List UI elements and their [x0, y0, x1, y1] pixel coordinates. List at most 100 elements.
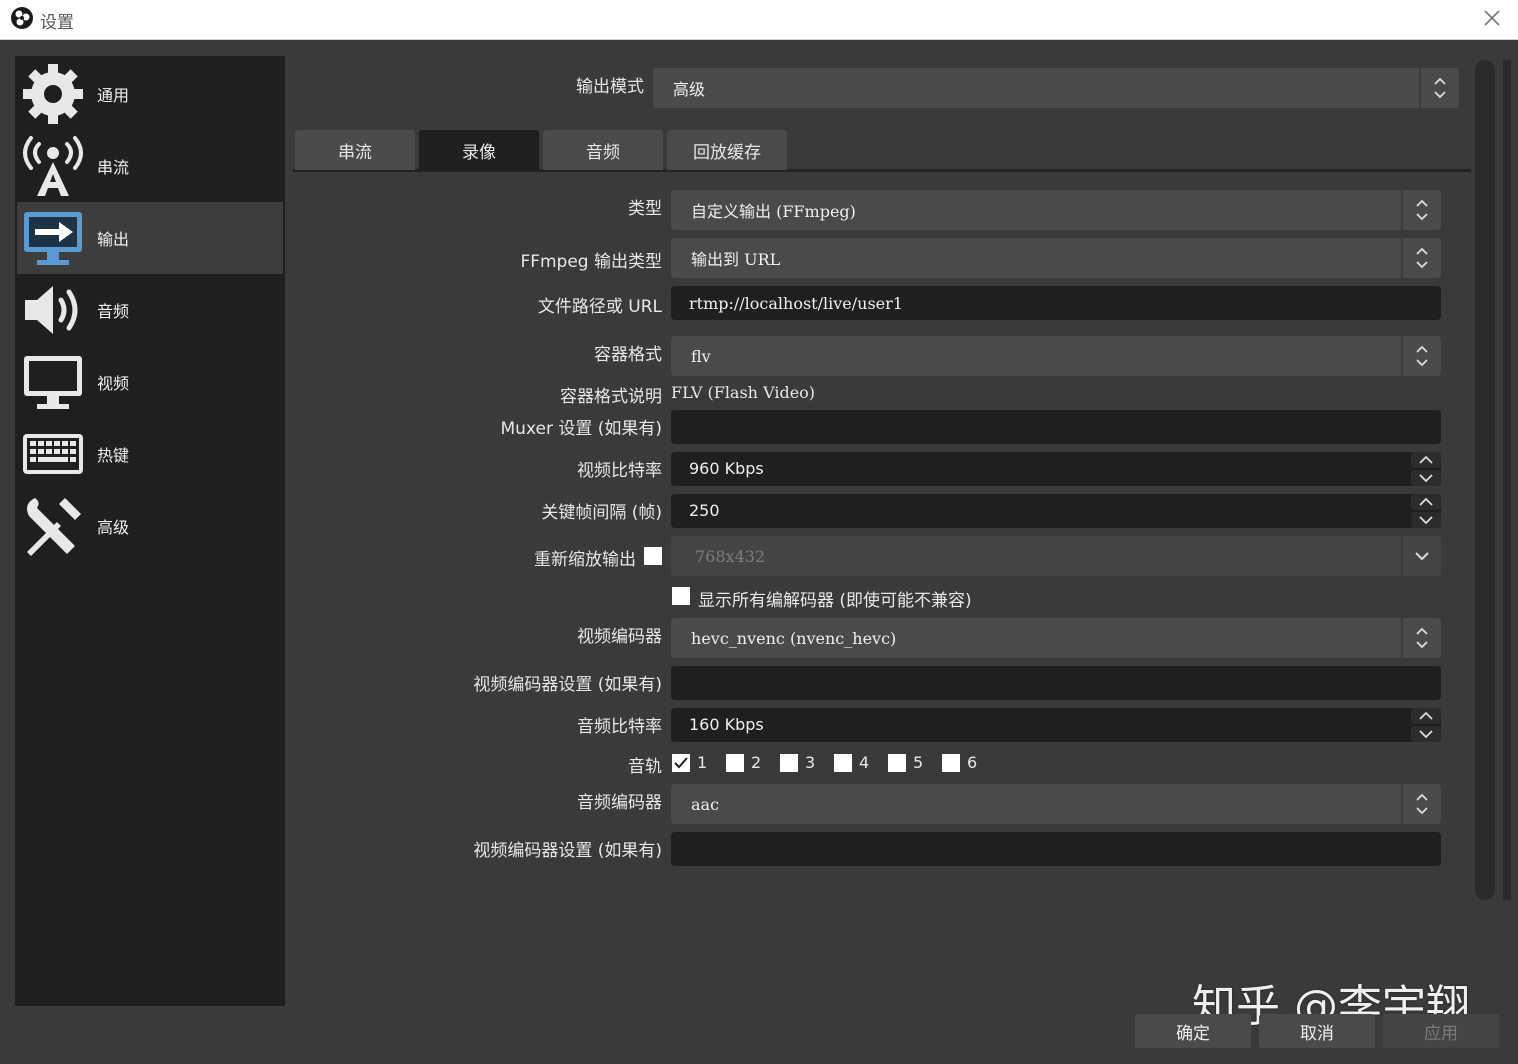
- rescale-output-label: 重新缩放输出: [534, 550, 636, 570]
- spin-up-icon[interactable]: [1411, 494, 1441, 510]
- keyboard-icon: [23, 434, 83, 474]
- tab-replay-buffer[interactable]: 回放缓存: [667, 130, 787, 170]
- close-icon[interactable]: [1480, 6, 1504, 30]
- checkmark-icon: [674, 757, 688, 769]
- type-combo[interactable]: 自定义输出 (FFmpeg): [671, 190, 1441, 230]
- file-path-url-input[interactable]: rtmp://localhost/live/user1: [671, 286, 1441, 320]
- gear-icon: [23, 64, 83, 124]
- sidebar-item-advanced[interactable]: 高级: [17, 490, 283, 562]
- tab-recording[interactable]: 录像: [419, 130, 539, 170]
- sidebar-item-label: 热键: [97, 446, 130, 465]
- obs-logo-icon: [11, 7, 33, 29]
- container-format-value: flv: [691, 346, 711, 366]
- container-desc-label: 容器格式说明: [560, 387, 662, 407]
- video-encoder-value: hevc_nvenc (nvenc_hevc): [691, 628, 897, 648]
- audio-track-checkbox-3[interactable]: [780, 754, 798, 772]
- video-encoder-settings-input[interactable]: [671, 666, 1441, 700]
- rescale-output-checkbox[interactable]: [644, 547, 662, 565]
- speaker-icon: [25, 286, 78, 334]
- audio-track-checkbox-1[interactable]: [672, 754, 690, 772]
- rescale-output-combo[interactable]: 768x432: [671, 536, 1441, 576]
- spin-down-icon[interactable]: [1411, 470, 1441, 486]
- output-mode-value: 高级: [673, 80, 706, 99]
- sidebar-item-stream[interactable]: 串流: [17, 130, 283, 202]
- audio-encoder-combo[interactable]: aac: [671, 784, 1441, 824]
- sidebar-item-label: 通用: [97, 86, 130, 105]
- audio-track-checkbox-6[interactable]: [942, 754, 960, 772]
- sidebar-item-output[interactable]: 输出: [17, 202, 283, 274]
- sidebar-item-general[interactable]: 通用: [17, 58, 283, 130]
- show-all-codecs-checkbox[interactable]: [672, 587, 690, 605]
- keyframe-interval-label: 关键帧间隔 (帧): [541, 503, 662, 523]
- audio-track-checkbox-2[interactable]: [726, 754, 744, 772]
- ok-button[interactable]: 确定: [1135, 1014, 1251, 1048]
- spin-up-icon[interactable]: [1411, 452, 1441, 468]
- sidebar-item-label: 高级: [97, 518, 130, 537]
- audio-encoder-value: aac: [691, 794, 720, 814]
- ffmpeg-output-type-combo[interactable]: 输出到 URL: [671, 238, 1441, 278]
- rescale-output-value: 768x432: [695, 546, 766, 566]
- sidebar-item-label: 音频: [97, 302, 130, 321]
- updown-arrows-icon: [1401, 336, 1441, 376]
- sidebar-item-label: 输出: [97, 230, 130, 249]
- audio-track-label-6: 6: [967, 753, 978, 772]
- audio-bitrate-label: 音频比特率: [577, 717, 662, 737]
- file-path-url-value: rtmp://localhost/live/user1: [689, 293, 903, 313]
- video-encoder-label: 视频编码器: [577, 627, 662, 647]
- keyframe-interval-value: 250: [689, 501, 720, 520]
- type-label: 类型: [628, 199, 662, 219]
- spin-up-icon[interactable]: [1411, 708, 1441, 724]
- tools-icon: [27, 498, 81, 556]
- keyframe-interval-spinbox[interactable]: 250: [671, 494, 1441, 528]
- ffmpeg-output-type-label: FFmpeg 输出类型: [520, 252, 662, 272]
- updown-arrows-icon: [1401, 784, 1441, 824]
- audio-track-label-2: 2: [751, 753, 762, 772]
- tab-streaming[interactable]: 串流: [295, 130, 415, 170]
- audio-track-label-1: 1: [697, 753, 708, 772]
- title-bar: 设置: [0, 0, 1518, 40]
- tab-audio[interactable]: 音频: [543, 130, 663, 170]
- updown-arrows-icon: [1401, 618, 1441, 658]
- sidebar-item-label: 串流: [97, 158, 130, 177]
- outer-scrollbar[interactable]: [1503, 60, 1511, 900]
- sidebar-item-video[interactable]: 视频: [17, 346, 283, 418]
- audio-track-checkbox-5[interactable]: [888, 754, 906, 772]
- monitor-arrow-icon: [24, 212, 82, 265]
- audio-track-checkbox-4[interactable]: [834, 754, 852, 772]
- sidebar-item-audio[interactable]: 音频: [17, 274, 283, 346]
- audio-track-label-4: 4: [859, 753, 870, 772]
- output-tabs: 串流 录像 音频 回放缓存: [293, 128, 1471, 172]
- muxer-settings-input[interactable]: [671, 410, 1441, 444]
- cancel-button[interactable]: 取消: [1259, 1014, 1375, 1048]
- settings-scrollbar[interactable]: [1475, 60, 1495, 900]
- monitor-icon: [24, 356, 82, 409]
- sidebar-item-label: 视频: [97, 374, 130, 393]
- container-format-combo[interactable]: flv: [671, 336, 1441, 376]
- type-value: 自定义输出 (FFmpeg): [691, 202, 856, 221]
- settings-sidebar: 通用 串流 输出 音频 视频 热键 高级: [15, 56, 285, 1006]
- audio-bitrate-spinbox[interactable]: 160 Kbps: [671, 708, 1441, 742]
- video-bitrate-label: 视频比特率: [577, 461, 662, 481]
- spin-down-icon[interactable]: [1411, 726, 1441, 742]
- container-format-label: 容器格式: [594, 345, 662, 365]
- spin-down-icon[interactable]: [1411, 512, 1441, 528]
- updown-arrows-icon: [1419, 68, 1459, 108]
- updown-arrows-icon: [1401, 238, 1441, 278]
- audio-encoder-label: 音频编码器: [577, 793, 662, 813]
- show-all-codecs-label: 显示所有编解码器 (即使可能不兼容): [698, 591, 972, 611]
- ffmpeg-output-type-value: 输出到 URL: [691, 250, 781, 269]
- broadcast-icon: [23, 136, 83, 196]
- audio-encoder-settings-input[interactable]: [671, 832, 1441, 866]
- audio-track-label-5: 5: [913, 753, 924, 772]
- output-mode-combo[interactable]: 高级: [653, 68, 1459, 108]
- sidebar-item-hotkeys[interactable]: 热键: [17, 418, 283, 490]
- apply-button[interactable]: 应用: [1383, 1014, 1499, 1048]
- window-title: 设置: [40, 13, 74, 33]
- audio-track-label-3: 3: [805, 753, 816, 772]
- video-encoder-combo[interactable]: hevc_nvenc (nvenc_hevc): [671, 618, 1441, 658]
- video-encoder-settings-label: 视频编码器设置 (如果有): [473, 675, 662, 695]
- audio-bitrate-value: 160 Kbps: [689, 715, 764, 734]
- output-mode-label: 输出模式: [576, 77, 644, 97]
- muxer-settings-label: Muxer 设置 (如果有): [500, 419, 663, 439]
- video-bitrate-spinbox[interactable]: 960 Kbps: [671, 452, 1441, 486]
